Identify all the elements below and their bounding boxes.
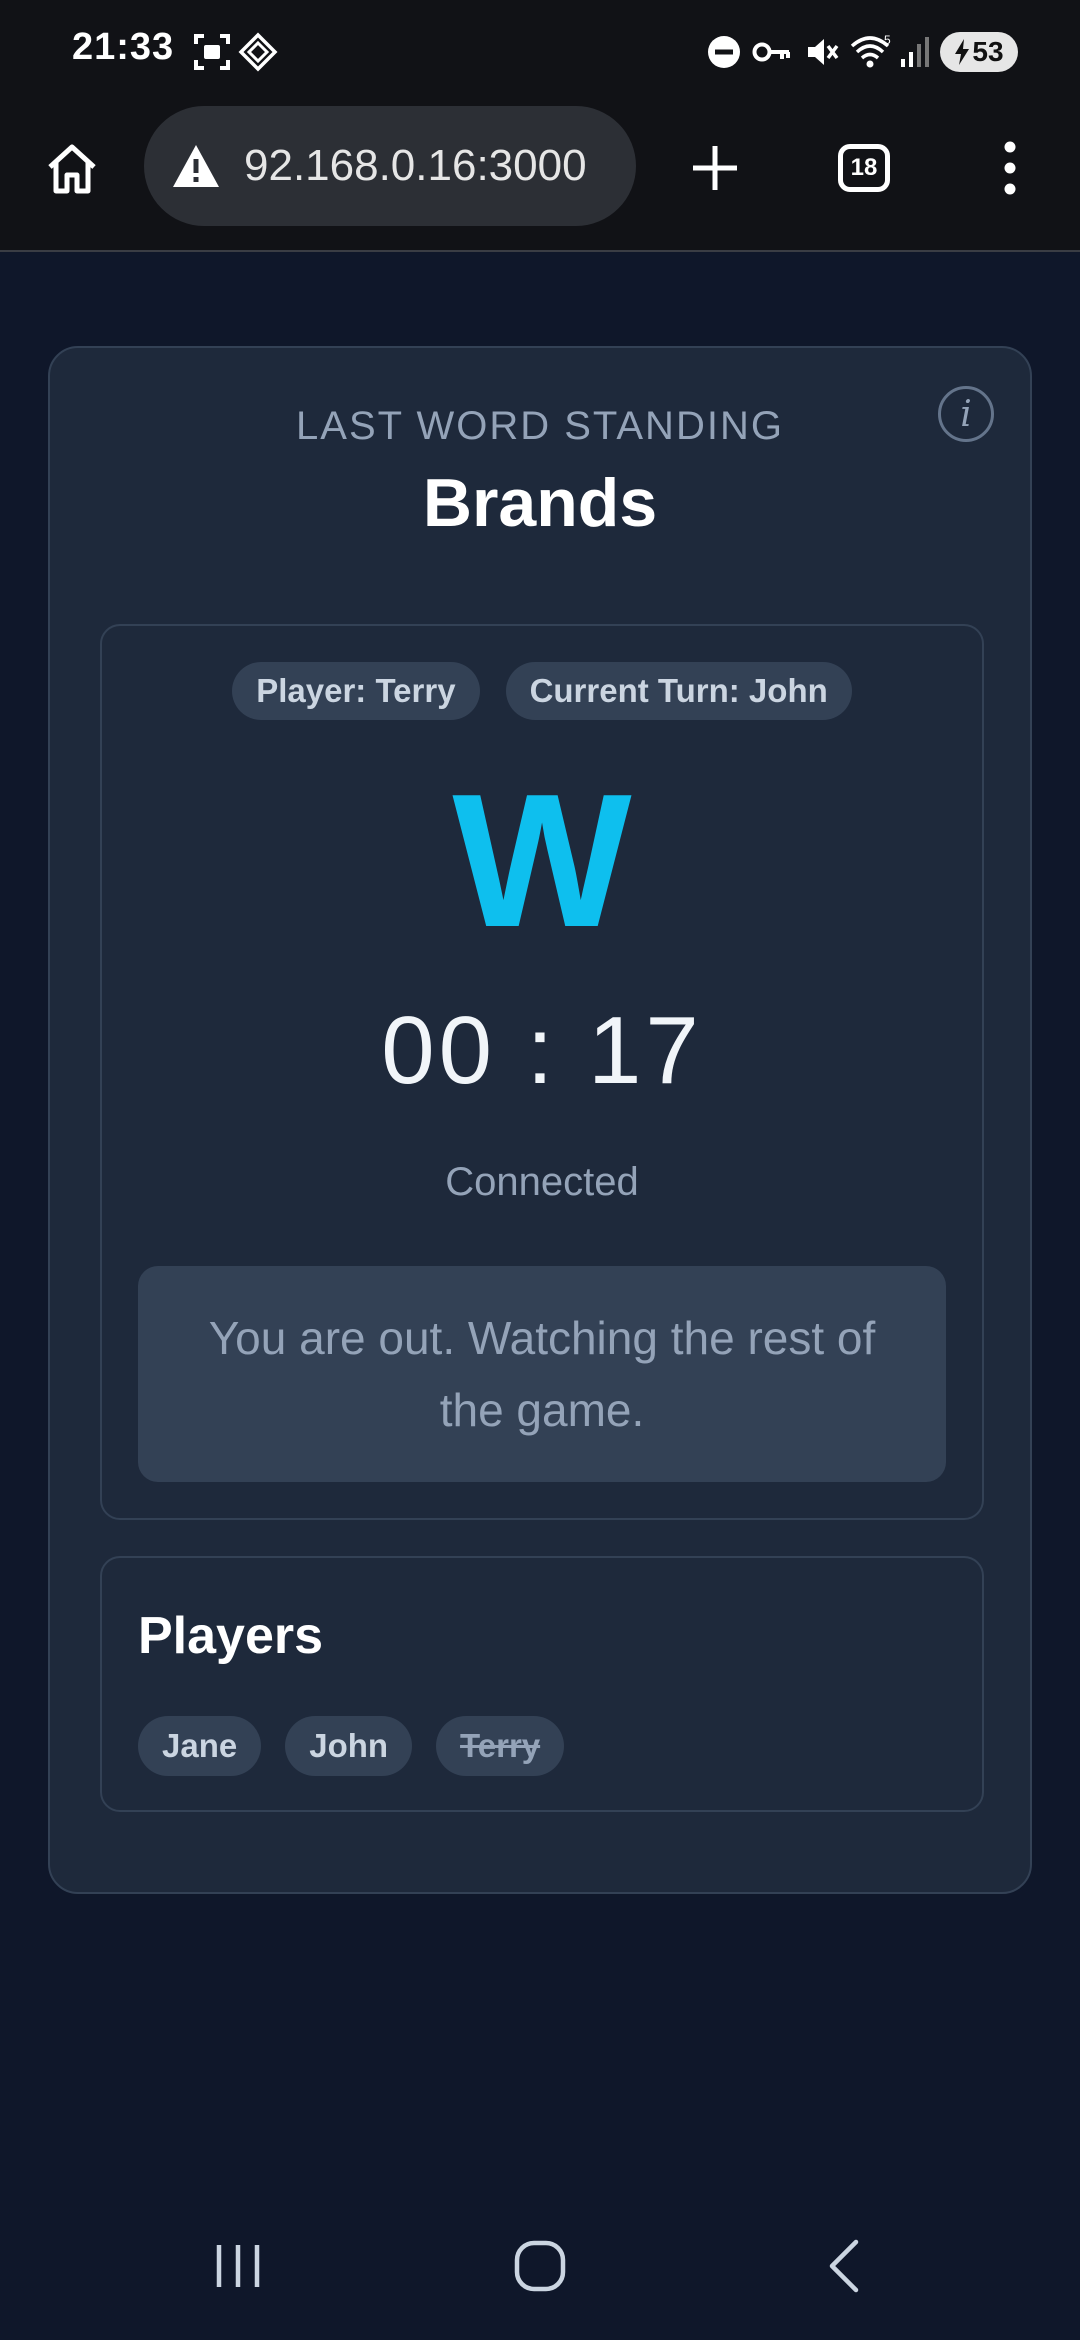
current-turn-badge: Current Turn: John	[505, 662, 852, 720]
badges-row: Player: Terry Current Turn: John	[102, 662, 982, 720]
game-card: i LAST WORD STANDING Brands Player: Terr…	[48, 346, 1032, 1894]
signal-icon	[896, 30, 936, 74]
wifi-icon: 5	[848, 30, 896, 74]
svg-text:5: 5	[884, 33, 891, 47]
current-letter: W	[452, 755, 632, 967]
back-icon	[829, 2239, 859, 2293]
mute-icon	[800, 30, 844, 74]
home-nav-icon	[514, 2240, 566, 2292]
address-bar[interactable]: 92.168.0.16:3000	[144, 106, 636, 226]
game-subtitle: LAST WORD STANDING	[296, 404, 784, 448]
player-chip: Jane	[138, 1716, 262, 1776]
home-icon	[48, 144, 96, 194]
player-badge: Player: Terry	[232, 662, 480, 720]
countdown-timer: 00 : 17	[381, 997, 703, 1104]
tab-count: 18	[850, 154, 878, 181]
clock: 21:33	[72, 26, 175, 68]
tabs-button[interactable]: 18	[824, 130, 904, 206]
home-nav-button[interactable]	[480, 2216, 600, 2316]
home-button[interactable]	[32, 134, 112, 204]
key-icon	[750, 30, 794, 74]
warning-icon[interactable]	[166, 136, 226, 196]
eliminated-message: You are out. Watching the rest of the ga…	[138, 1266, 946, 1482]
browser-toolbar: 92.168.0.16:3000 18	[0, 104, 1080, 252]
menu-button[interactable]	[980, 130, 1040, 206]
battery-indicator: 53	[940, 32, 1018, 72]
navigation-bar	[0, 2192, 1080, 2340]
players-heading: Players	[138, 1607, 324, 1665]
game-status-panel: Player: Terry Current Turn: John W 00 : …	[100, 624, 984, 1520]
do-not-disturb-icon	[702, 30, 746, 74]
battery-charging-icon	[955, 39, 970, 65]
player-chip: John	[285, 1716, 413, 1776]
vpn-diamond-icon	[236, 30, 280, 74]
connection-status: Connected	[445, 1160, 639, 1204]
players-panel: Players Jane John Terry	[100, 1556, 984, 1812]
player-chip-eliminated: Terry	[436, 1716, 565, 1776]
recents-button[interactable]	[178, 2216, 298, 2316]
url-text[interactable]: 92.168.0.16:3000	[244, 106, 587, 226]
more-vert-icon	[1004, 141, 1016, 195]
back-button[interactable]	[784, 2216, 904, 2316]
battery-level: 53	[972, 36, 1004, 67]
eliminated-message-text: You are out. Watching the rest of the ga…	[208, 1312, 876, 1436]
new-tab-button[interactable]	[680, 130, 750, 206]
plus-icon	[693, 146, 737, 190]
recents-icon	[216, 2245, 260, 2287]
screenshot-icon	[190, 30, 234, 74]
tabs-icon: 18	[838, 144, 890, 192]
web-page: i LAST WORD STANDING Brands Player: Terr…	[0, 252, 1080, 2192]
status-bar: 21:33 5 53	[0, 0, 1080, 104]
players-list: Jane John Terry	[138, 1716, 565, 1776]
category-title: Brands	[422, 465, 658, 541]
